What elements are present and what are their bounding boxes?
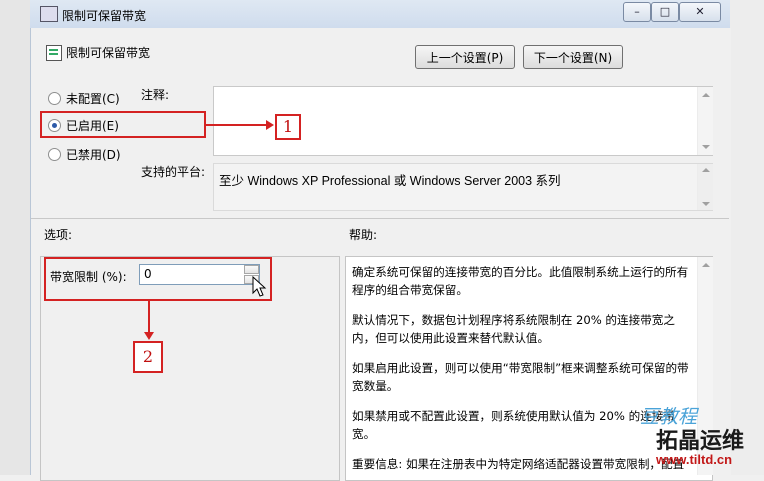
close-button[interactable]: ✕ — [679, 2, 721, 22]
background-left — [0, 0, 30, 475]
setting-icon — [46, 45, 62, 61]
radio-disabled-label: 已禁用(D) — [66, 148, 121, 162]
radio-not-configured-label: 未配置(C) — [66, 92, 120, 106]
window-title: 限制可保留带宽 — [62, 9, 147, 23]
help-paragraph: 重要信息: 如果在注册表中为特定网络适配器设置带宽限制，配置 — [352, 457, 685, 471]
scroll-down-icon[interactable] — [702, 202, 710, 206]
annotation-arrow-1 — [206, 124, 268, 126]
scroll-down-icon[interactable] — [702, 145, 710, 149]
annotation-arrow-2 — [148, 301, 150, 334]
section-divider — [31, 218, 729, 219]
comment-label: 注释: — [141, 88, 170, 102]
arrowhead-icon — [144, 332, 154, 340]
comment-scrollbar[interactable] — [697, 87, 713, 155]
radio-disabled[interactable] — [48, 148, 61, 161]
setting-title: 限制可保留带宽 — [66, 46, 151, 60]
help-heading: 帮助: — [349, 228, 378, 242]
options-heading: 选项: — [44, 228, 73, 242]
help-paragraph: 默认情况下，数据包计划程序将系统限制在 20% 的连接带宽之内，但可以使用此设置… — [352, 313, 675, 345]
previous-setting-button[interactable]: 上一个设置(P) — [415, 45, 515, 69]
callout-2: 2 — [133, 341, 163, 373]
policy-icon — [40, 6, 58, 22]
annotation-box-enabled — [40, 111, 206, 138]
platform-label: 支持的平台: — [141, 165, 206, 179]
scroll-up-icon[interactable] — [702, 93, 710, 97]
background-right — [730, 0, 764, 475]
watermark-title: 拓晶运维 — [656, 428, 745, 454]
minimize-button[interactable]: – — [623, 2, 651, 22]
annotation-box-bandwidth — [44, 257, 272, 301]
scroll-up-icon[interactable] — [702, 168, 710, 172]
maximize-button[interactable]: □ — [651, 2, 679, 22]
help-paragraph: 如果启用此设置，则可以使用“带宽限制”框来调整系统可保留的带宽数量。 — [352, 361, 689, 393]
scroll-up-icon[interactable] — [702, 263, 710, 267]
platform-value: 至少 Windows XP Professional 或 Windows Ser… — [213, 163, 713, 211]
next-setting-button[interactable]: 下一个设置(N) — [523, 45, 623, 69]
help-paragraph: 确定系统可保留的连接带宽的百分比。此值限制系统上运行的所有程序的组合带宽保留。 — [352, 265, 689, 297]
arrowhead-icon — [266, 120, 274, 130]
platform-scrollbar[interactable] — [697, 164, 713, 210]
watermark-url: www.tiltd.cn — [656, 452, 733, 467]
callout-1: 1 — [275, 114, 301, 140]
radio-not-configured[interactable] — [48, 92, 61, 105]
